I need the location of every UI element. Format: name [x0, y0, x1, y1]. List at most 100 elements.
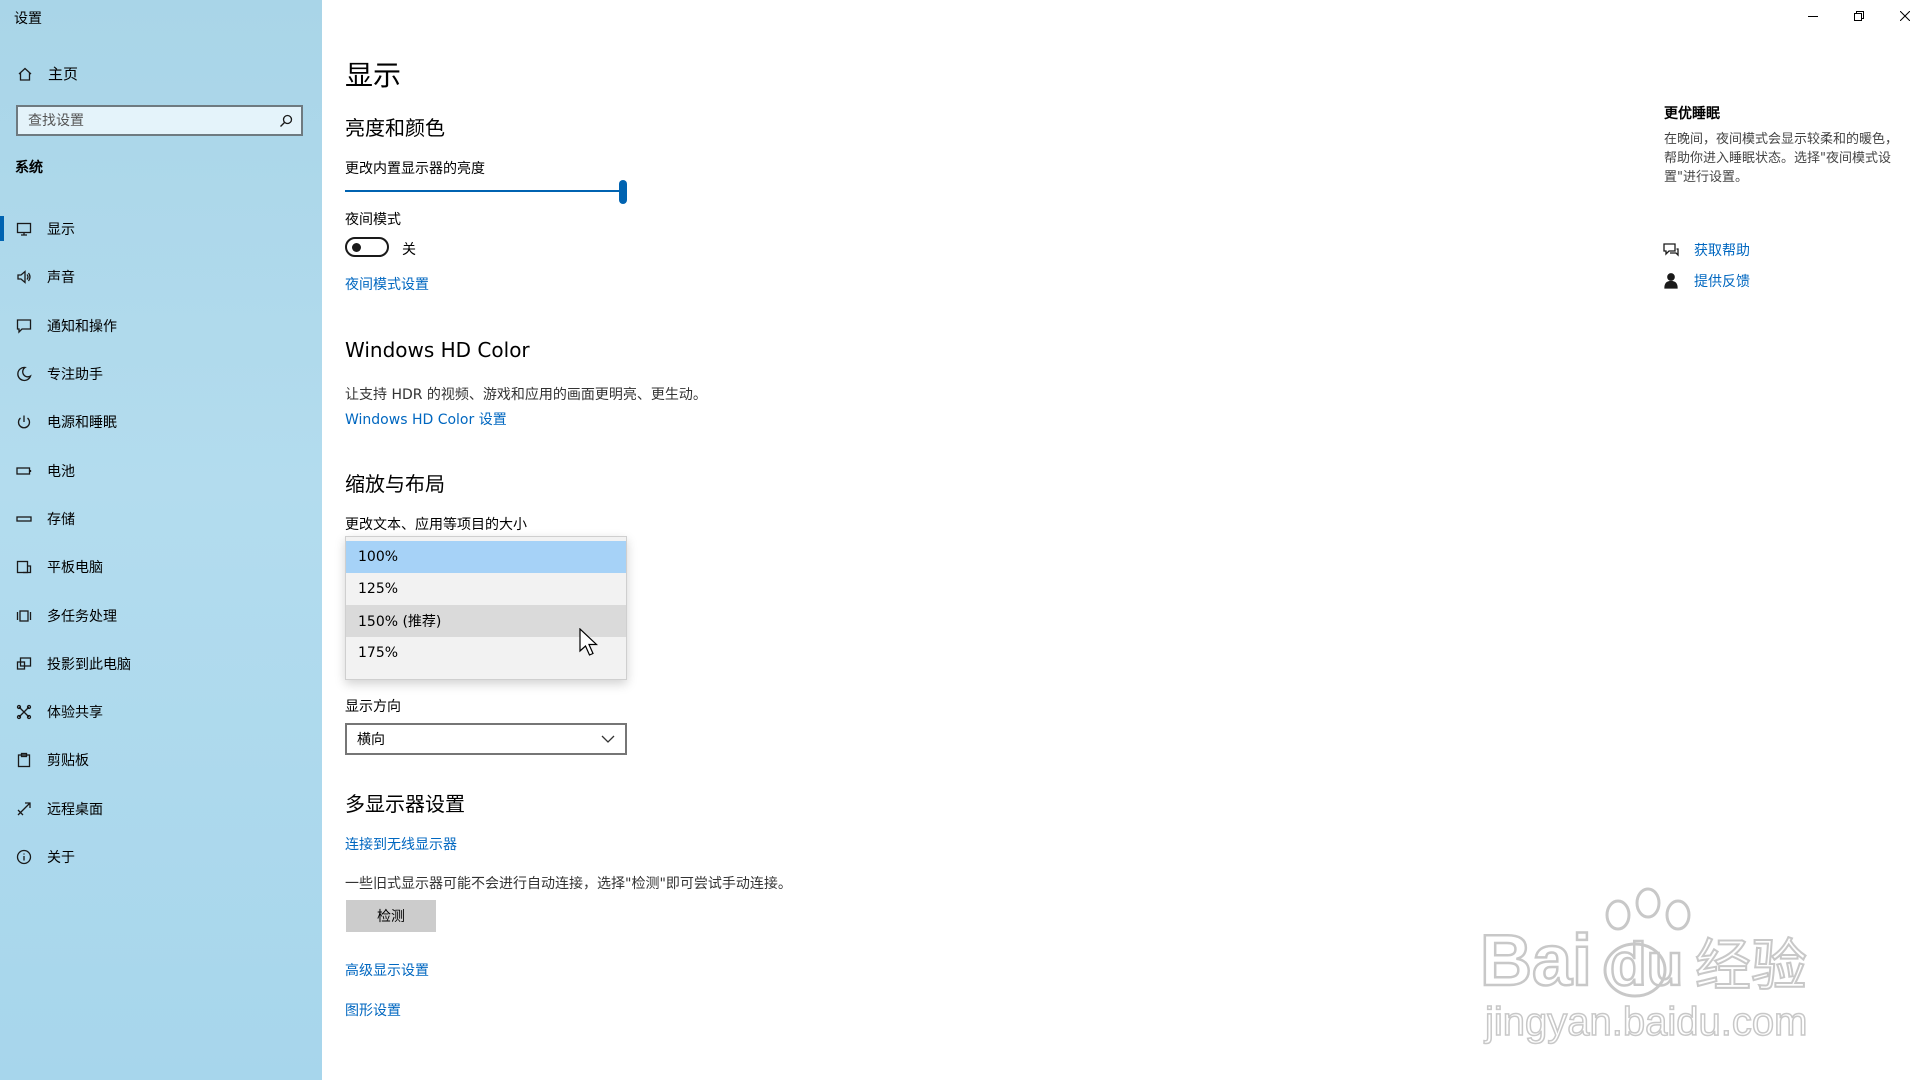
sidebar-item-label: 多任务处理 [47, 608, 117, 625]
orientation-value: 横向 [357, 732, 385, 748]
sidebar-item-power-sleep[interactable]: 电源和睡眠 [0, 398, 322, 446]
multi-display-heading: 多显示器设置 [345, 792, 465, 816]
monitor-icon [16, 222, 32, 236]
page-title: 显示 [345, 59, 402, 92]
sidebar-item-display[interactable]: 显示 [0, 205, 322, 253]
minimize-button[interactable] [1790, 0, 1836, 32]
close-icon [1900, 11, 1910, 21]
power-icon [17, 415, 31, 429]
baidu-watermark-logo: Bai du 经验 jingyan.baidu.com [1479, 887, 1808, 1045]
brightness-heading: 亮度和颜色 [345, 116, 445, 140]
home-label: 主页 [48, 65, 79, 83]
scale-option[interactable]: 125% [346, 573, 626, 605]
sidebar-item-tablet[interactable]: 平板电脑 [0, 543, 322, 591]
hdr-heading: Windows HD Color [345, 338, 530, 362]
sidebar-item-project[interactable]: 投影到此电脑 [0, 640, 322, 688]
search-box[interactable] [16, 105, 303, 136]
hdr-settings-link[interactable]: Windows HD Color 设置 [345, 409, 507, 429]
sidebar-item-label: 存储 [47, 511, 75, 528]
detect-description: 一些旧式显示器可能不会进行自动连接，选择"检测"即可尝试手动连接。 [345, 876, 792, 892]
orientation-select[interactable]: 横向 [345, 723, 627, 755]
info-icon [16, 849, 32, 865]
give-feedback-label: 提供反馈 [1694, 274, 1750, 290]
right-panel-description: 在晚间，夜间模式会显示较柔和的暖色，帮助你进入睡眠状态。选择"夜间模式设置"进行… [1664, 132, 1899, 185]
sidebar-item-label: 投影到此电脑 [47, 656, 131, 673]
sidebar-item-remote-desktop[interactable]: 远程桌面 [0, 785, 322, 833]
scale-label: 更改文本、应用等项目的大小 [345, 517, 527, 533]
toggle-knob [352, 243, 361, 252]
get-help-link[interactable]: 获取帮助 [1662, 240, 1750, 260]
home-icon [18, 67, 32, 81]
right-panel-title: 更优睡眠 [1664, 106, 1720, 122]
sidebar-item-multitasking[interactable]: 多任务处理 [0, 591, 322, 639]
sidebar-item-label: 远程桌面 [47, 801, 103, 818]
scale-heading: 缩放与布局 [345, 472, 445, 496]
sidebar: 设置 主页 系统 显示 声音 通知和操作 专注助手 电源和睡眠 [0, 0, 322, 1080]
clipboard-icon [17, 753, 31, 768]
speaker-icon [17, 270, 31, 285]
sidebar-item-shared-experiences[interactable]: 体验共享 [0, 688, 322, 736]
restore-icon [1854, 11, 1864, 21]
minimize-icon [1808, 16, 1818, 17]
restore-button[interactable] [1836, 0, 1882, 32]
share-icon [16, 704, 32, 720]
sidebar-item-label: 电源和睡眠 [47, 415, 117, 432]
brightness-slider-thumb[interactable] [619, 180, 627, 204]
brightness-label: 更改内置显示器的亮度 [345, 161, 485, 177]
sidebar-item-label: 通知和操作 [47, 318, 117, 335]
night-mode-toggle[interactable] [345, 237, 389, 257]
sidebar-item-label: 显示 [47, 222, 75, 239]
give-feedback-link[interactable]: 提供反馈 [1662, 271, 1750, 291]
sidebar-item-label: 专注助手 [47, 367, 103, 384]
night-mode-label: 夜间模式 [345, 212, 401, 228]
sidebar-item-about[interactable]: 关于 [0, 833, 322, 881]
sidebar-item-battery[interactable]: 电池 [0, 446, 322, 494]
hdr-description: 让支持 HDR 的视频、游戏和应用的画面更明亮、更生动。 [345, 387, 707, 403]
sidebar-item-storage[interactable]: 存储 [0, 495, 322, 543]
graphics-settings-link[interactable]: 图形设置 [345, 1000, 401, 1020]
storage-icon [16, 516, 32, 522]
sidebar-item-notifications[interactable]: 通知和操作 [0, 302, 322, 350]
orientation-label: 显示方向 [345, 699, 401, 715]
chevron-down-icon [601, 735, 615, 743]
brightness-slider-track[interactable] [345, 190, 621, 192]
sidebar-item-focus-assist[interactable]: 专注助手 [0, 350, 322, 398]
mouse-cursor-icon [579, 628, 599, 656]
sidebar-item-label: 关于 [47, 850, 75, 866]
sidebar-item-clipboard[interactable]: 剪贴板 [0, 736, 322, 784]
remote-icon [17, 802, 31, 816]
multitask-icon [16, 609, 32, 622]
sidebar-item-label: 电池 [47, 463, 75, 480]
close-button[interactable] [1882, 0, 1920, 32]
wireless-display-link[interactable]: 连接到无线显示器 [345, 834, 457, 854]
sidebar-item-label: 平板电脑 [47, 560, 103, 577]
sidebar-item-label: 声音 [47, 270, 75, 287]
tablet-icon [16, 561, 32, 574]
help-chat-icon [1663, 243, 1679, 257]
advanced-display-link[interactable]: 高级显示设置 [345, 960, 429, 980]
watermark-brand: Bai [1480, 921, 1592, 1001]
search-input[interactable] [18, 112, 279, 129]
app-title: 设置 [14, 11, 42, 27]
watermark-suffix: 经验 [1695, 934, 1807, 999]
night-mode-state: 关 [402, 242, 416, 258]
section-label: 系统 [15, 160, 43, 176]
sidebar-home[interactable]: 主页 [17, 63, 78, 84]
feedback-person-icon [1664, 273, 1678, 289]
sidebar-nav: 显示 声音 通知和操作 专注助手 电源和睡眠 电池 存储 平板电脑 多任务处理 … [0, 205, 322, 881]
scale-option[interactable]: 100% [346, 541, 626, 573]
battery-icon [16, 466, 32, 475]
detect-button[interactable]: 检测 [346, 900, 436, 932]
sidebar-item-label: 体验共享 [47, 705, 103, 722]
get-help-label: 获取帮助 [1694, 243, 1750, 259]
sidebar-item-label: 剪贴板 [47, 753, 89, 770]
project-icon [16, 657, 32, 670]
sidebar-item-sound[interactable]: 声音 [0, 253, 322, 301]
scale-dropdown-menu[interactable]: 100% 125% 150% (推荐) 175% [345, 536, 627, 680]
moon-icon [17, 366, 32, 382]
watermark-url: jingyan.baidu.com [1484, 1000, 1807, 1044]
watermark-brand2: du [1610, 931, 1683, 998]
notification-icon [16, 319, 32, 334]
search-icon[interactable] [279, 114, 293, 128]
night-mode-settings-link[interactable]: 夜间模式设置 [345, 274, 429, 294]
